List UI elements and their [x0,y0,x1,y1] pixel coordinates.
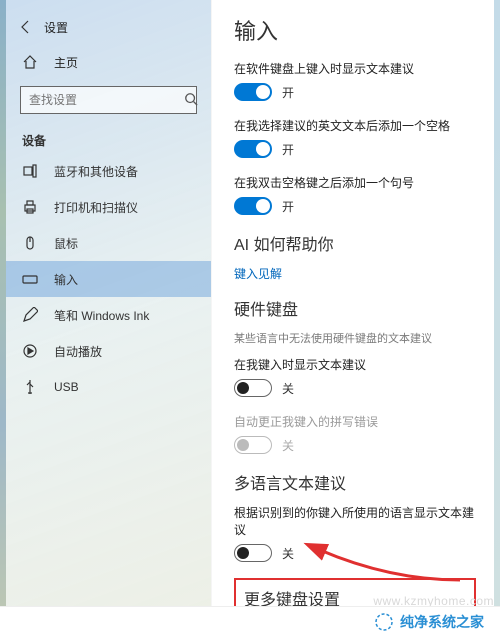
sidebar-header: 设置 [6,10,211,44]
hw-subtext: 某些语言中无法使用硬件键盘的文本建议 [234,330,476,346]
search-box[interactable] [20,86,197,114]
toggle-state: 关 [282,380,294,397]
section-ai: AI 如何帮助你 [234,231,476,255]
sidebar-item-label: 笔和 Windows Ink [54,307,149,324]
section-hardware-keyboard: 硬件键盘 [234,296,476,320]
search-icon [184,92,198,109]
watermark-bar: 纯净系统之家 [0,606,500,636]
toggle-state: 开 [282,141,294,158]
setting-label: 自动更正我键入的拼写错误 [234,413,476,430]
sidebar-item-printers[interactable]: 打印机和扫描仪 [6,189,211,225]
setting-add-period: 在我双击空格键之后添加一个句号 开 [234,174,476,215]
sidebar-item-label: 蓝牙和其他设备 [54,163,138,180]
toggle-switch[interactable] [234,83,272,101]
setting-hw-autocorrect: 自动更正我键入的拼写错误 关 [234,413,476,454]
printer-icon [22,199,38,215]
toggle-switch[interactable] [234,544,272,562]
sidebar-item-label: 打印机和扫描仪 [54,199,138,216]
toggle-state: 关 [282,437,294,454]
setting-label: 在软件键盘上键入时显示文本建议 [234,60,476,77]
toggle-state: 开 [282,198,294,215]
toggle-state: 开 [282,84,294,101]
sidebar-item-label: USB [54,380,79,394]
search-input[interactable] [29,93,184,107]
setting-label: 根据识别到的你键入所使用的语言显示文本建议 [234,504,476,538]
setting-label: 在我键入时显示文本建议 [234,356,476,373]
mouse-icon [22,235,38,251]
sidebar-section-label: 设备 [6,126,211,153]
sidebar-item-label: 输入 [54,271,78,288]
sidebar-item-label: 自动播放 [54,343,102,360]
back-icon[interactable] [18,19,34,35]
sidebar-item-pen[interactable]: 笔和 Windows Ink [6,297,211,333]
watermark-logo-icon [374,612,394,632]
toggle-switch[interactable] [234,379,272,397]
autoplay-icon [22,343,38,359]
home-label: 主页 [54,54,78,71]
setting-label: 在我选择建议的英文文本后添加一个空格 [234,117,476,134]
section-multilingual: 多语言文本建议 [234,470,476,494]
usb-icon [22,379,38,395]
sidebar-item-bluetooth[interactable]: 蓝牙和其他设备 [6,153,211,189]
settings-title: 设置 [44,19,68,36]
sidebar: 设置 主页 设备 蓝牙和其他设备 打印机和扫描仪 鼠标 [6,0,212,636]
setting-multilingual: 根据识别到的你键入所使用的语言显示文本建议 关 [234,504,476,562]
content-panel: 输入 在软件键盘上键入时显示文本建议 开 在我选择建议的英文文本后添加一个空格 … [212,0,494,636]
sidebar-home[interactable]: 主页 [6,44,211,80]
sidebar-item-autoplay[interactable]: 自动播放 [6,333,211,369]
toggle-switch[interactable] [234,140,272,158]
page-title: 输入 [234,14,476,46]
sidebar-item-label: 鼠标 [54,235,78,252]
sidebar-item-typing[interactable]: 输入 [6,261,211,297]
sidebar-item-mouse[interactable]: 鼠标 [6,225,211,261]
link-typing-insights[interactable]: 键入见解 [234,265,476,282]
toggle-state: 关 [282,545,294,562]
setting-add-space: 在我选择建议的英文文本后添加一个空格 开 [234,117,476,158]
home-icon [22,54,38,70]
setting-hw-suggestions: 在我键入时显示文本建议 关 [234,356,476,397]
sidebar-item-usb[interactable]: USB [6,369,211,405]
setting-label: 在我双击空格键之后添加一个句号 [234,174,476,191]
keyboard-icon [22,271,38,287]
settings-window: 设置 主页 设备 蓝牙和其他设备 打印机和扫描仪 鼠标 [6,0,494,636]
pen-icon [22,307,38,323]
devices-icon [22,163,38,179]
toggle-switch [234,436,272,454]
toggle-switch[interactable] [234,197,272,215]
setting-show-suggestions: 在软件键盘上键入时显示文本建议 开 [234,60,476,101]
watermark-text: 纯净系统之家 [400,612,484,632]
